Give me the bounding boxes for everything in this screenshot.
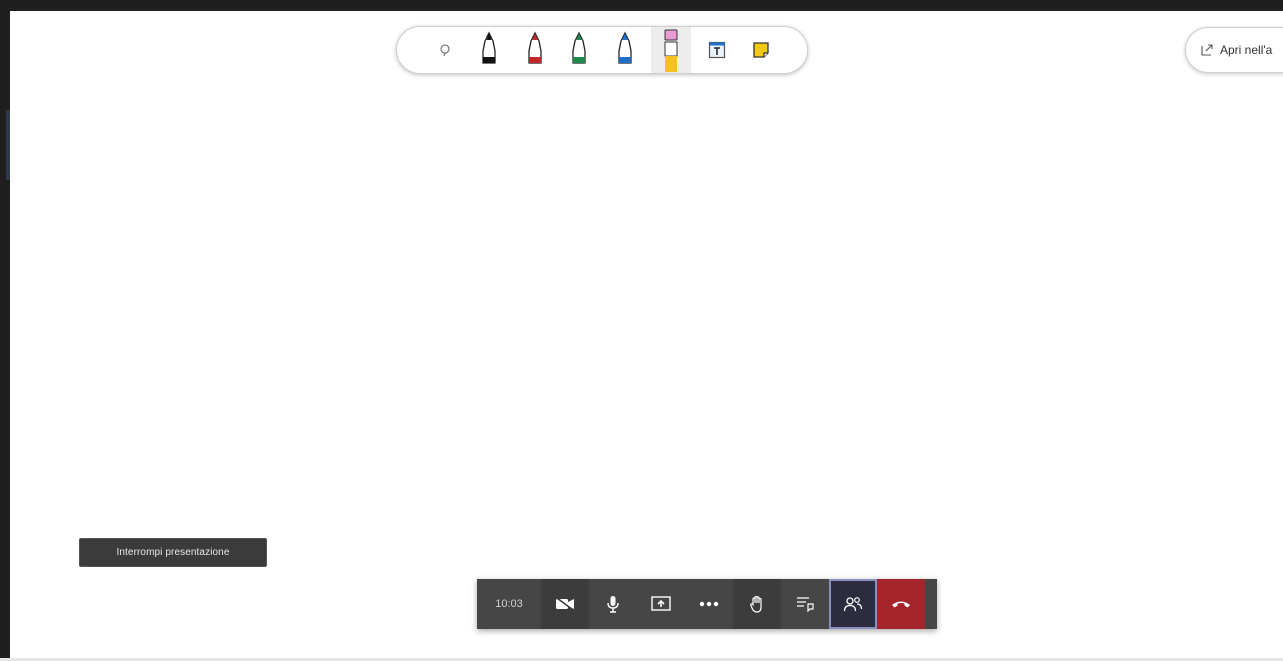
red-pen-icon: [528, 31, 542, 64]
share-screen-button[interactable]: [637, 579, 685, 629]
sticky-note-tool[interactable]: [741, 27, 781, 73]
window-top-border: [0, 0, 1283, 11]
raise-hand-button[interactable]: [733, 579, 781, 629]
stop-presenting-button[interactable]: Interrompi presentazione: [79, 538, 267, 567]
open-external-icon: [1200, 43, 1214, 57]
participants-button[interactable]: [829, 579, 877, 629]
hang-up-button[interactable]: [877, 579, 925, 629]
participants-icon: [843, 597, 863, 612]
more-actions-button[interactable]: [685, 579, 733, 629]
hang-up-icon: [892, 601, 910, 608]
window-left-border: [0, 0, 10, 661]
camera-icon: [556, 597, 574, 611]
green-pen-icon: [572, 31, 586, 64]
call-timer: 10:03: [495, 598, 523, 610]
black-pen-icon: [482, 31, 496, 64]
microphone-button[interactable]: [589, 579, 637, 629]
inking-toolbar: [396, 26, 808, 74]
text-box-tool[interactable]: [697, 27, 737, 73]
text-box-icon: [708, 41, 726, 59]
red-pen-tool[interactable]: [515, 27, 555, 73]
lasso-select-tool[interactable]: [425, 27, 465, 73]
open-in-app-label: Apri nell'a: [1220, 43, 1273, 57]
more-actions-icon: [699, 601, 719, 607]
camera-button[interactable]: [541, 579, 589, 629]
green-pen-tool[interactable]: [559, 27, 599, 73]
call-controls-bar: 10:03: [477, 579, 937, 629]
raise-hand-icon: [750, 595, 762, 613]
open-in-app-button[interactable]: Apri nell'a: [1185, 27, 1283, 73]
blue-pen-icon: [618, 31, 632, 64]
chat-icon: [797, 597, 814, 612]
chat-button[interactable]: [781, 579, 829, 629]
sticky-note-icon: [753, 42, 769, 58]
teams-whiteboard-window: Apri nell'a Interrompi presentazione 10:…: [0, 0, 1283, 661]
share-screen-icon: [651, 596, 671, 611]
microphone-icon: [607, 596, 619, 613]
black-pen-tool[interactable]: [469, 27, 509, 73]
highlighter-icon: [664, 29, 678, 72]
lasso-select-icon: [440, 44, 450, 57]
stop-presenting-label: Interrompi presentazione: [116, 547, 230, 558]
blue-pen-tool[interactable]: [605, 27, 645, 73]
highlighter-tool[interactable]: [651, 27, 691, 73]
